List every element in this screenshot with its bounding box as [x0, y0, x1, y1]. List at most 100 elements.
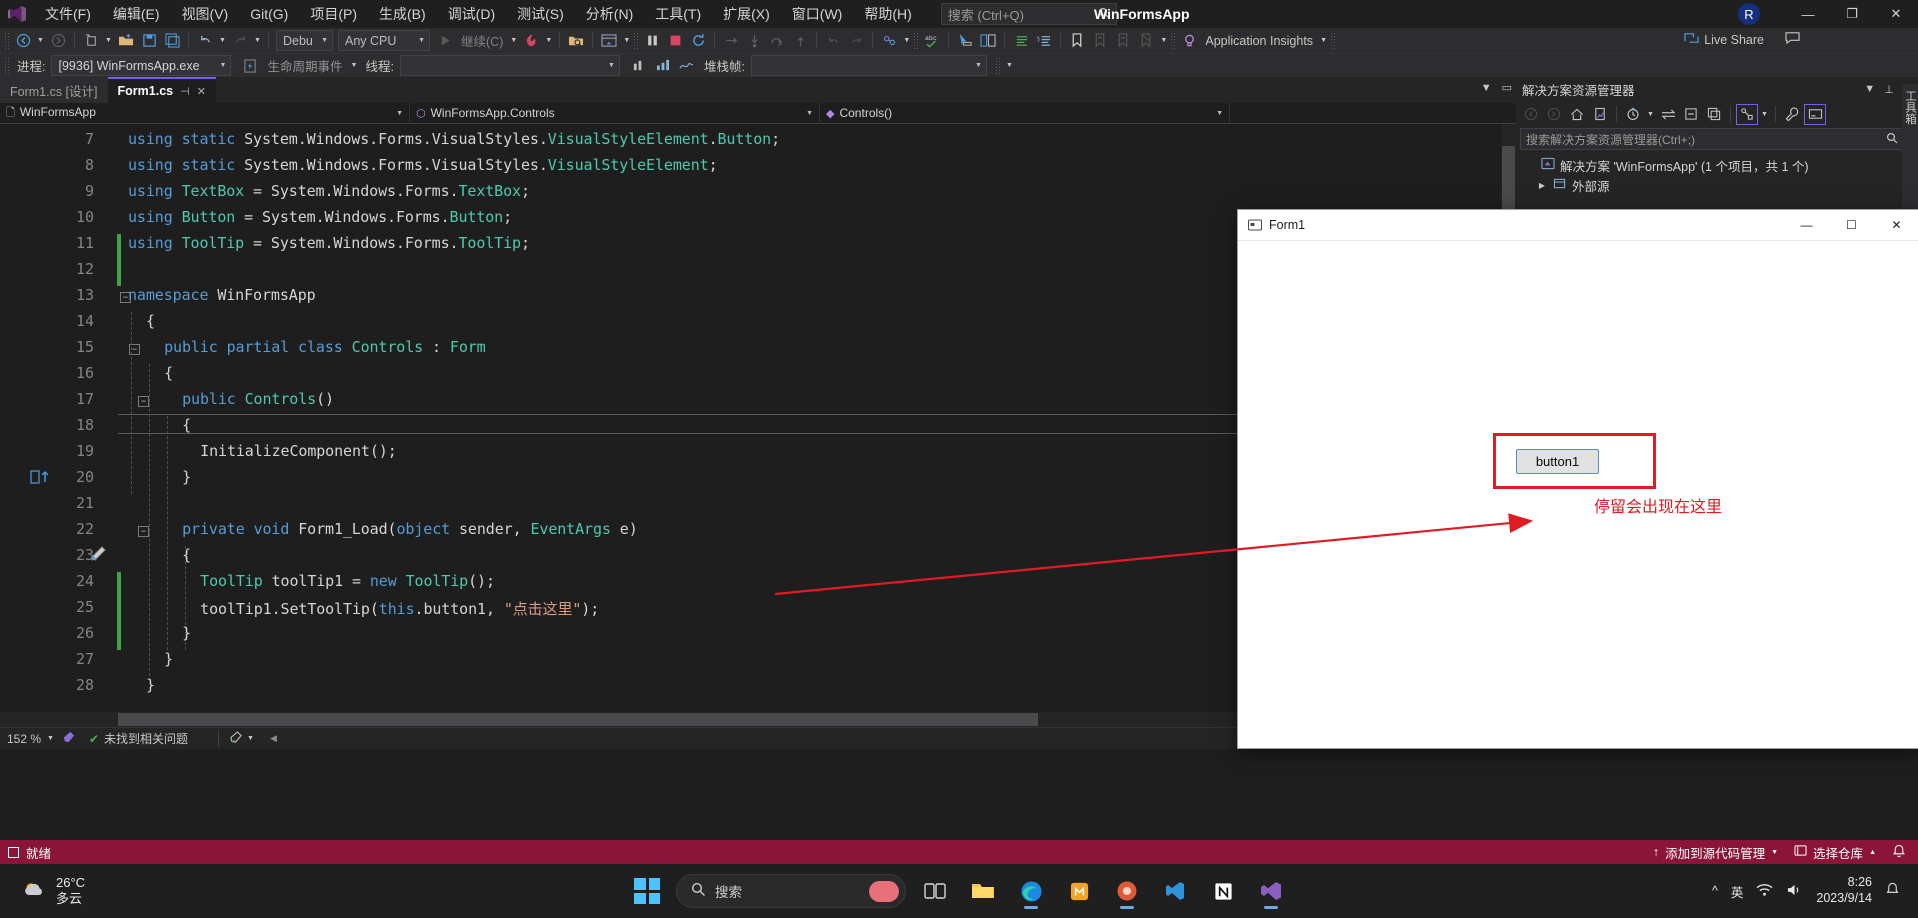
next-bookmark-icon[interactable]: [1112, 30, 1134, 51]
menu-help[interactable]: 帮助(H): [853, 0, 922, 28]
toolbar-grip[interactable]: [1170, 31, 1178, 50]
menu-test[interactable]: 测试(S): [506, 0, 575, 28]
navigate-back-dropdown-icon[interactable]: ▼: [35, 37, 46, 44]
menu-tools[interactable]: 工具(T): [644, 0, 712, 28]
form1-window[interactable]: Form1 — ☐ ✕ button1 停留会出现在这里: [1237, 209, 1918, 749]
pin-icon[interactable]: ⊣: [180, 85, 190, 98]
menu-build[interactable]: 生成(B): [368, 0, 437, 28]
pending-history-icon[interactable]: [1622, 104, 1644, 125]
hot-reload-dropdown-icon[interactable]: ▼: [543, 37, 554, 44]
pause-icon[interactable]: [641, 30, 663, 51]
tab-form1-designer[interactable]: Form1.cs [设计]: [0, 77, 108, 103]
step-over-icon[interactable]: [766, 30, 788, 51]
pin-panel-icon[interactable]: ⊥: [1884, 83, 1894, 96]
outlining-collapse-box[interactable]: −: [138, 396, 149, 407]
undo-dropdown-icon[interactable]: ▼: [217, 37, 228, 44]
attach-process-icon[interactable]: [565, 30, 587, 51]
task-view-button[interactable]: [916, 872, 954, 910]
nav-project-dropdown[interactable]: 🗋 WinFormsApp ▼: [0, 102, 410, 124]
notion-button[interactable]: [1204, 872, 1242, 910]
menu-window[interactable]: 窗口(W): [781, 0, 854, 28]
show-next-statement-icon[interactable]: [720, 30, 742, 51]
previous-bookmark-icon[interactable]: [1089, 30, 1111, 51]
menu-view[interactable]: 视图(V): [171, 0, 240, 28]
solution-explorer-search[interactable]: 搜索解决方案资源管理器(Ctrl+;) ▼: [1520, 128, 1914, 150]
home-icon[interactable]: [1566, 104, 1588, 125]
restore-button[interactable]: ❐: [1830, 0, 1874, 28]
tree-item-external-sources[interactable]: ▶ 外部源: [1516, 175, 1918, 195]
menu-project[interactable]: 项目(P): [299, 0, 368, 28]
form1-close-button[interactable]: ✕: [1874, 210, 1918, 241]
vscode-button[interactable]: [1156, 872, 1194, 910]
ime-language-indicator[interactable]: 英: [1731, 882, 1744, 901]
undo-icon[interactable]: [194, 30, 216, 51]
app-insights-dropdown-icon[interactable]: ▼: [1318, 37, 1329, 44]
toolbar-grip[interactable]: [913, 31, 921, 50]
menu-analyze[interactable]: 分析(N): [575, 0, 644, 28]
compare-files-icon[interactable]: [977, 30, 999, 51]
global-search-box[interactable]: 搜索 (Ctrl+Q): [940, 3, 1117, 25]
expander-icon[interactable]: ▶: [1536, 181, 1548, 190]
toolbar-grip[interactable]: [994, 56, 1002, 75]
notifications-icon[interactable]: [1892, 844, 1906, 861]
zoom-level[interactable]: 152 %: [0, 732, 41, 746]
application-insights-icon[interactable]: [1178, 30, 1200, 51]
layout-window-icon[interactable]: [598, 30, 620, 51]
layout-dropdown-icon[interactable]: ▼: [621, 37, 632, 44]
navigate-forward-button[interactable]: [47, 30, 69, 51]
button1[interactable]: button1: [1516, 449, 1599, 474]
step-into-icon[interactable]: [743, 30, 765, 51]
form1-minimize-button[interactable]: —: [1784, 210, 1829, 241]
chevron-down-icon[interactable]: ▼: [247, 735, 254, 742]
intellicode-icon[interactable]: [878, 30, 900, 51]
uncomment-lines-icon[interactable]: [1033, 30, 1055, 51]
live-share-button[interactable]: Live Share: [1684, 31, 1800, 48]
tasks-icon[interactable]: [676, 55, 698, 76]
store-button[interactable]: [1060, 872, 1098, 910]
save-all-icon[interactable]: [161, 30, 183, 51]
overflow-dropdown-icon[interactable]: ▼: [1004, 62, 1015, 69]
continue-dropdown-icon[interactable]: ▼: [508, 37, 519, 44]
show-all-files-icon[interactable]: [1703, 104, 1725, 125]
spellcheck-icon[interactable]: abc: [921, 30, 943, 51]
close-button[interactable]: ✕: [1874, 0, 1918, 28]
nav-type-dropdown[interactable]: ⬡ WinFormsApp.Controls ▼: [410, 102, 820, 124]
redo-dropdown-icon[interactable]: ▼: [252, 37, 263, 44]
undo2-icon[interactable]: [822, 30, 844, 51]
restart-debug-icon[interactable]: [687, 30, 709, 51]
select-tool-icon[interactable]: [954, 30, 976, 51]
notification-center-icon[interactable]: [1885, 882, 1900, 900]
bookmarks-dropdown-icon[interactable]: ▼: [1158, 37, 1169, 44]
menu-git[interactable]: Git(G): [239, 0, 299, 28]
threads-view-icon[interactable]: [628, 55, 650, 76]
clear-bookmarks-icon[interactable]: [1135, 30, 1157, 51]
feedback-icon[interactable]: [1785, 31, 1800, 48]
open-file-icon[interactable]: [115, 30, 137, 51]
menu-debug[interactable]: 调试(D): [437, 0, 506, 28]
build-configuration-combo[interactable]: Debug ▼: [276, 30, 333, 51]
save-icon[interactable]: [138, 30, 160, 51]
toggle-bookmark-icon[interactable]: [1066, 30, 1088, 51]
prev-issue-icon[interactable]: ◀: [270, 733, 277, 744]
properties-wrench-icon[interactable]: [1781, 104, 1803, 125]
toolbar-grip[interactable]: [633, 31, 641, 50]
panel-menu-icon[interactable]: ▼: [1864, 83, 1875, 96]
form1-title-bar[interactable]: Form1 — ☐ ✕: [1238, 210, 1918, 241]
toolbar-grip[interactable]: [4, 31, 11, 50]
select-repository-button[interactable]: 选择仓库 ▲: [1794, 843, 1876, 862]
menu-edit[interactable]: 编辑(E): [102, 0, 171, 28]
view-class-view-icon[interactable]: [1736, 103, 1758, 125]
tab-form1-cs[interactable]: Form1.cs ⊣ ✕: [107, 77, 216, 103]
forward-icon[interactable]: [1543, 104, 1565, 125]
menu-file[interactable]: 文件(F): [34, 0, 102, 28]
pending-changes-icon[interactable]: [1589, 104, 1611, 125]
tree-item-solution[interactable]: 解决方案 'WinFormsApp' (1 个项目，共 1 个): [1516, 155, 1918, 175]
lifecycle-events-label[interactable]: 生命周期事件: [263, 56, 346, 75]
chevron-down-icon[interactable]: ▼: [1645, 111, 1656, 118]
navigate-back-button[interactable]: [12, 30, 34, 51]
nav-member-dropdown[interactable]: ◆ Controls() ▼: [820, 102, 1230, 124]
line-number-gutter[interactable]: 7 8 9 10 11 12 13 14 15 16 17 18 19 20 21 22 23 24 25 26 27 2…: [0, 124, 118, 727]
step-out-icon[interactable]: [789, 30, 811, 51]
start-button[interactable]: [628, 872, 666, 910]
platform-combo[interactable]: Any CPU ▼: [338, 30, 430, 51]
